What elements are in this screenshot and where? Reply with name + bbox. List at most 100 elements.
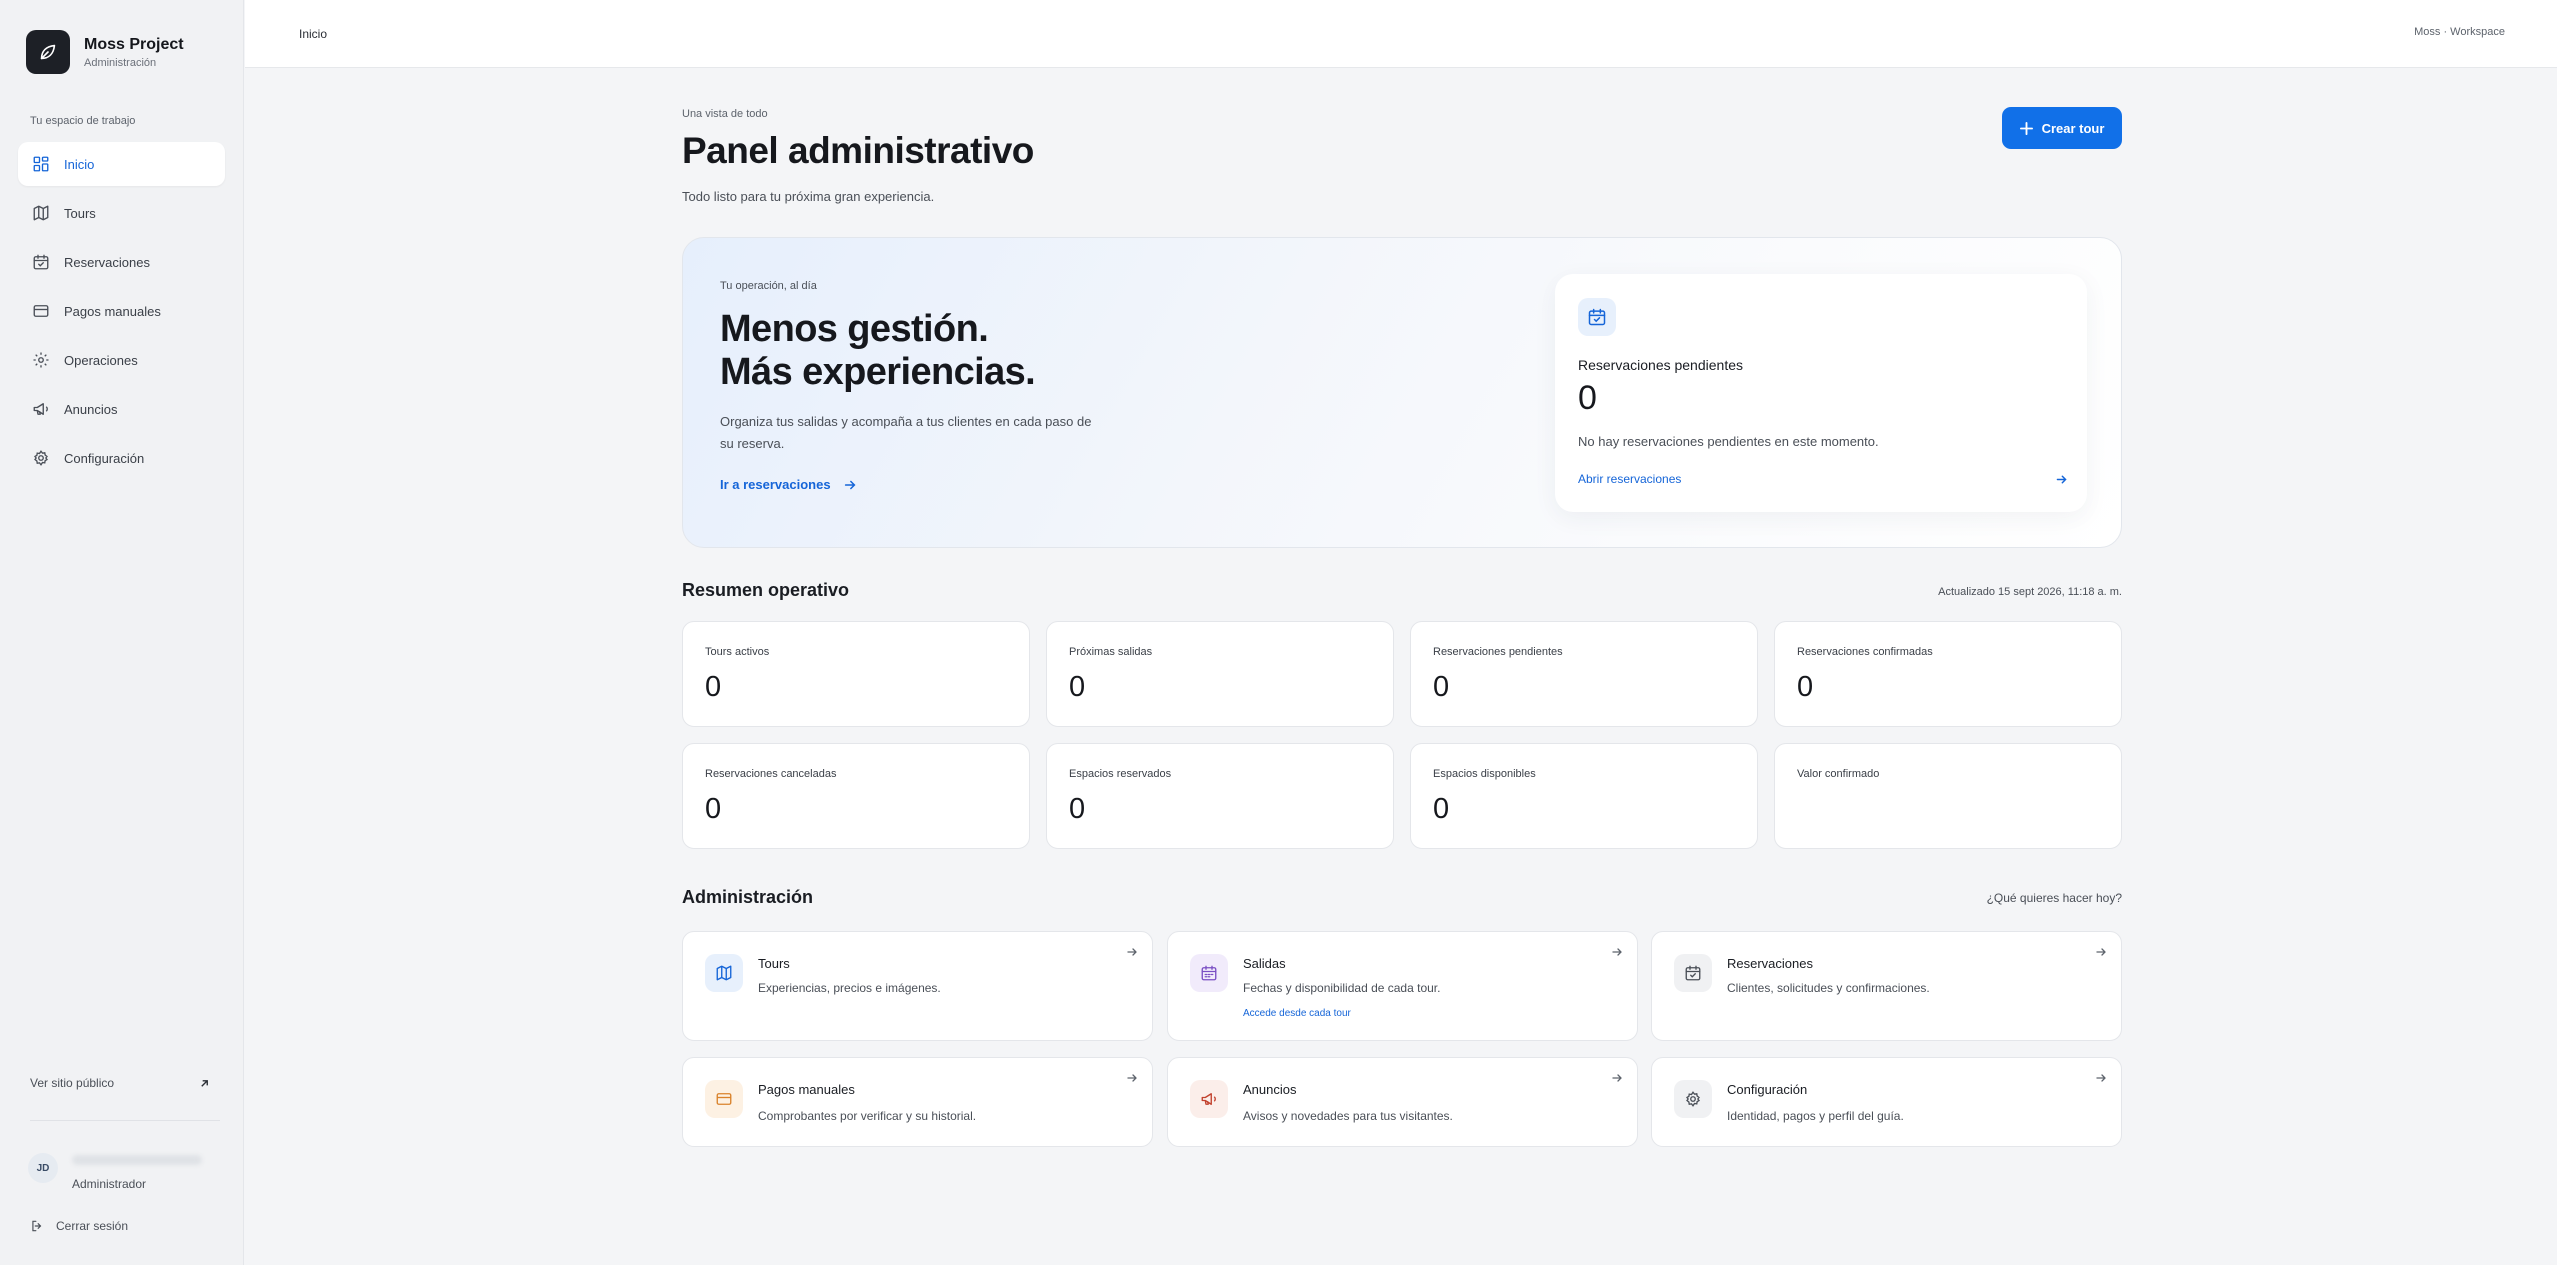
page-eyebrow: Una vista de todo (682, 108, 768, 120)
plus-icon (2019, 121, 2033, 135)
sidebar-nav: Inicio Tours Reservaciones Pagos manuale… (18, 142, 225, 485)
create-tour-button[interactable]: Crear tour (2002, 107, 2122, 149)
stat-value: 0 (1433, 793, 1450, 825)
arrow-right-icon (1612, 1074, 1622, 1082)
admin-card-desc: Experiencias, precios e imágenes. (758, 981, 941, 995)
gear-icon (33, 352, 49, 368)
arrow-right-icon (1127, 1074, 1137, 1082)
pending-reservations-title: Reservaciones pendientes (1578, 357, 1743, 373)
map-icon (33, 205, 49, 221)
page-subtitle: Todo listo para tu próxima gran experien… (682, 189, 935, 204)
external-link-icon (201, 1079, 208, 1087)
workspace-label: Tu espacio de trabajo (30, 115, 136, 127)
admin-card-desc: Identidad, pagos y perfil del guía. (1727, 1109, 1904, 1123)
calendar-icon (1190, 954, 1228, 992)
admin-card-salidas[interactable]: Salidas Fechas y disponibilidad de cada … (1167, 931, 1638, 1041)
go-to-reservations-label: Ir a reservaciones (720, 477, 831, 492)
open-reservations-link[interactable]: Abrir reservaciones (1578, 472, 2068, 486)
stat-value: 0 (705, 671, 722, 703)
page-title: Panel administrativo (682, 130, 1034, 171)
public-site-link[interactable]: Ver sitio público (30, 1076, 210, 1090)
stat-label: Espacios disponibles (1433, 768, 1536, 780)
admin-card-reservaciones[interactable]: Reservaciones Clientes, solicitudes y co… (1651, 931, 2122, 1041)
hero-banner: Tu operación, al día Menos gestión. Más … (682, 237, 2122, 548)
sidebar-item-tours[interactable]: Tours (18, 191, 225, 235)
admin-card-desc: Avisos y novedades para tus visitantes. (1243, 1109, 1453, 1123)
hero-title: Menos gestión. Más experiencias. (720, 308, 1036, 394)
admin-card-title: Tours (758, 956, 790, 971)
sidebar-item-label: Tours (64, 205, 96, 221)
arrow-right-icon (2096, 1074, 2106, 1082)
admin-prompt: ¿Qué quieres hacer hoy? (1986, 891, 2122, 905)
pending-reservations-card: Reservaciones pendientes 0 No hay reserv… (1555, 274, 2087, 512)
stat-value: 0 (1433, 671, 1450, 703)
admin-card-sublink[interactable]: Accede desde cada tour (1243, 1008, 1351, 1019)
user-profile[interactable]: JD Administrador (28, 1153, 202, 1191)
sidebar-item-label: Pagos manuales (64, 303, 161, 319)
user-name-redacted (72, 1155, 202, 1165)
sidebar-item-label: Reservaciones (64, 254, 150, 270)
logout-label: Cerrar sesión (56, 1219, 129, 1233)
admin-card-desc: Clientes, solicitudes y confirmaciones. (1727, 981, 1930, 995)
arrow-right-icon (1612, 948, 1622, 956)
grid-icon (33, 156, 49, 172)
brand-subtitle: Administración (84, 56, 157, 69)
sidebar-item-label: Operaciones (64, 352, 138, 368)
admin-card-configuracion[interactable]: Configuración Identidad, pagos y perfil … (1651, 1057, 2122, 1147)
credit-card-icon (33, 305, 49, 317)
sidebar-item-operaciones[interactable]: Operaciones (18, 338, 225, 382)
map-icon (705, 954, 743, 992)
stat-label: Tours activos (705, 646, 770, 658)
arrow-right-icon (844, 480, 856, 489)
calendar-check-icon (1674, 954, 1712, 992)
logout-button[interactable]: Cerrar sesión (30, 1219, 128, 1233)
settings-icon (34, 450, 48, 466)
sidebar-item-inicio[interactable]: Inicio (18, 142, 225, 186)
stat-value: 0 (705, 793, 722, 825)
pending-reservations-text: No hay reservaciones pendientes en este … (1578, 434, 1879, 449)
admin-card-title: Anuncios (1243, 1082, 1297, 1097)
admin-card-desc: Fechas y disponibilidad de cada tour. (1243, 981, 1441, 995)
sidebar-item-reservaciones[interactable]: Reservaciones (18, 240, 225, 284)
hero-title-line2: Más experiencias. (720, 351, 1036, 393)
breadcrumb[interactable]: Inicio (299, 27, 327, 41)
arrow-right-icon (2056, 475, 2067, 483)
stat-card: Tours activos 0 (682, 621, 1030, 727)
arrow-right-icon (2096, 948, 2106, 956)
go-to-reservations-link[interactable]: Ir a reservaciones (720, 477, 857, 492)
hero-title-line1: Menos gestión. (720, 308, 989, 350)
megaphone-icon (1190, 1080, 1228, 1118)
hero-eyebrow: Tu operación, al día (720, 280, 817, 292)
brand[interactable]: Moss Project Administración (26, 30, 184, 74)
sidebar-item-configuracion[interactable]: Configuración (18, 436, 225, 480)
admin-card-pagos-manuales[interactable]: Pagos manuales Comprobantes por verifica… (682, 1057, 1153, 1147)
logout-icon (32, 1220, 42, 1232)
admin-card-title: Configuración (1727, 1082, 1808, 1097)
stat-label: Reservaciones confirmadas (1797, 646, 1933, 658)
sidebar-item-label: Inicio (64, 156, 95, 172)
admin-card-title: Salidas (1243, 956, 1286, 971)
workspace-name: Moss · Workspace (2414, 26, 2505, 38)
top-bar: Inicio Moss · Workspace (245, 0, 2557, 68)
pending-reservations-value: 0 (1578, 379, 1597, 417)
credit-card-icon (705, 1080, 743, 1118)
admin-card-title: Reservaciones (1727, 956, 1813, 971)
megaphone-icon (33, 403, 48, 415)
admin-card-tours[interactable]: Tours Experiencias, precios e imágenes. (682, 931, 1153, 1041)
sidebar-item-anuncios[interactable]: Anuncios (18, 387, 225, 431)
arrow-right-icon (1127, 948, 1137, 956)
admin-card-anuncios[interactable]: Anuncios Avisos y novedades para tus vis… (1167, 1057, 1638, 1147)
create-tour-label: Crear tour (2041, 120, 2105, 136)
stat-label: Espacios reservados (1069, 768, 1172, 780)
admin-card-desc: Comprobantes por verificar y su historia… (758, 1109, 977, 1123)
calendar-check-icon (33, 254, 49, 270)
leaf-logo-icon (26, 30, 70, 74)
user-role: Administrador (72, 1177, 147, 1191)
summary-title: Resumen operativo (682, 580, 850, 600)
stat-card: Valor confirmado (1774, 743, 2122, 849)
sidebar-item-pagos-manuales[interactable]: Pagos manuales (18, 289, 225, 333)
admin-title: Administración (682, 887, 814, 907)
brand-name: Moss Project (84, 35, 184, 53)
stat-value: 0 (1797, 671, 1814, 703)
stat-card: Espacios reservados 0 (1046, 743, 1394, 849)
